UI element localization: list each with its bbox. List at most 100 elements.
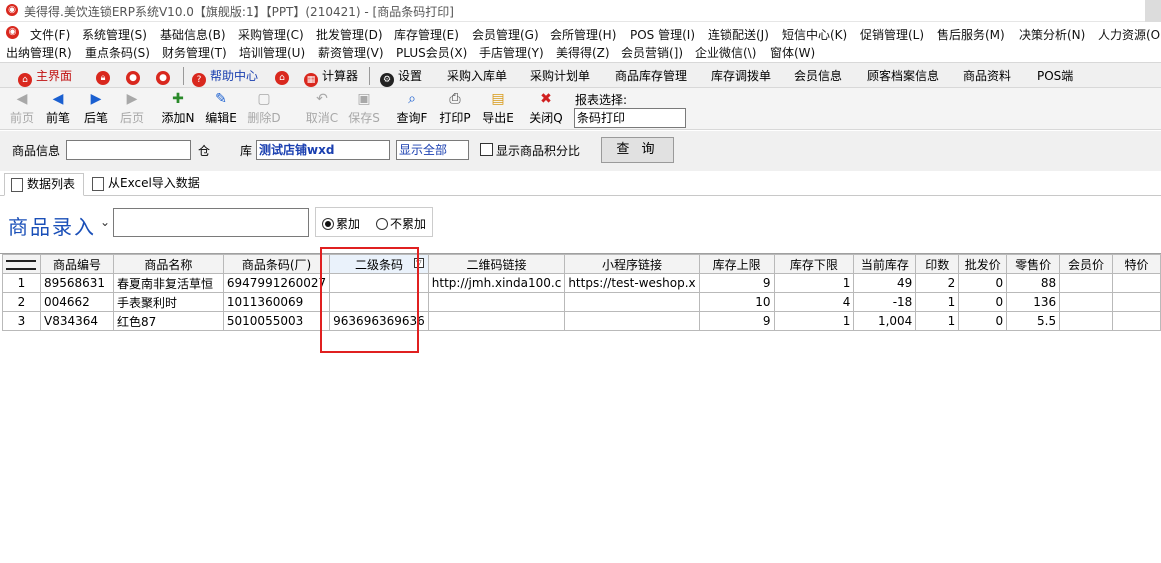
cell-code[interactable]: 004662	[39, 292, 114, 312]
cell-name[interactable]: 手表聚利时	[112, 292, 224, 312]
cell-name[interactable]: 春夏南非复活草恒	[112, 273, 224, 293]
cell-stock-min[interactable]: 4	[773, 292, 855, 312]
link-transfer[interactable]: 库存调拨单	[711, 67, 771, 85]
cell-wholesale[interactable]: 0	[958, 311, 1008, 331]
cell-special[interactable]	[1112, 311, 1161, 331]
accumulate-radio[interactable]: 累加	[322, 215, 360, 232]
menu-club[interactable]: 会所管理(H)	[550, 26, 616, 43]
menu-system[interactable]: 系统管理(S)	[82, 26, 147, 43]
save-button[interactable]: ▣ 保存S	[344, 90, 384, 128]
tab-import-excel[interactable]: 从Excel导入数据	[86, 173, 200, 196]
chat-button[interactable]: ●	[126, 67, 144, 85]
filter-icon[interactable]: ▽	[413, 258, 424, 268]
cell-code[interactable]: V834364	[39, 311, 114, 331]
col-member-price[interactable]: 会员价	[1059, 254, 1114, 274]
menu-member[interactable]: 会员管理(G)	[472, 26, 539, 43]
cell-name[interactable]: 红色87	[112, 311, 224, 331]
print-button[interactable]: ⎙ 打印P	[435, 90, 475, 128]
menu-training[interactable]: 培训管理(U)	[239, 44, 305, 61]
cell-retail[interactable]: 88	[1006, 273, 1061, 293]
cell-stock-max[interactable]: 10	[698, 292, 775, 312]
cell-member[interactable]	[1059, 311, 1114, 331]
cell-print-count[interactable]: 2	[915, 273, 960, 293]
menu-key-barcode[interactable]: 重点条码(S)	[85, 44, 150, 61]
cell-qr-link[interactable]	[427, 292, 566, 312]
show-points-checkbox[interactable]	[480, 143, 493, 156]
link-customer-files[interactable]: 顾客档案信息	[867, 67, 939, 85]
cell-mini-link[interactable]	[564, 311, 700, 331]
col-barcode[interactable]: 商品条码(厂)	[222, 254, 331, 274]
cell-qr-link[interactable]	[427, 311, 566, 331]
menu-plus-member[interactable]: PLUS会员(X)	[396, 44, 467, 61]
link-purchase-plan[interactable]: 采购计划单	[530, 67, 590, 85]
cell-retail[interactable]: 136	[1006, 292, 1061, 312]
menu-pos[interactable]: POS 管理(I)	[630, 26, 695, 43]
menu-basic-info[interactable]: 基础信息(B)	[160, 26, 226, 43]
export-button[interactable]: ▤ 导出E	[478, 90, 518, 128]
prev-record-button[interactable]: ◀ 前笔	[38, 90, 78, 128]
close-button[interactable]: ✖ 关闭Q	[526, 90, 566, 128]
link-purchase-in[interactable]: 采购入库单	[447, 67, 507, 85]
menu-wholesale[interactable]: 批发管理(D)	[316, 26, 383, 43]
menu-distribution[interactable]: 连锁配送(J)	[708, 26, 769, 43]
cell-retail[interactable]: 5.5	[1006, 311, 1061, 331]
link-pos[interactable]: POS端	[1037, 67, 1073, 85]
lock-button[interactable]: 🔒︎	[96, 67, 114, 85]
col-current-stock[interactable]: 当前库存	[853, 254, 917, 274]
cell-stock-min[interactable]: 1	[773, 273, 855, 293]
table-row[interactable]: 3 V834364 红色87 5010055003 963696369636 9…	[2, 311, 1161, 331]
cell-print-count[interactable]: 1	[915, 311, 960, 331]
chevron-down-icon[interactable]: ⌄	[100, 215, 110, 229]
bulb-button[interactable]: ●	[156, 67, 174, 85]
cell-secondary-barcode[interactable]	[329, 292, 429, 312]
next-record-button[interactable]: ▶ 后笔	[76, 90, 116, 128]
row-selector-header[interactable]	[2, 254, 41, 274]
cell-member[interactable]	[1059, 292, 1114, 312]
menu-after-sales[interactable]: 售后服务(M)	[937, 26, 1005, 43]
menu-salary[interactable]: 薪资管理(V)	[318, 44, 384, 61]
menu-finance[interactable]: 财务管理(T)	[162, 44, 227, 61]
cell-member[interactable]	[1059, 273, 1114, 293]
cell-barcode[interactable]: 1011360069	[222, 292, 331, 312]
product-info-input[interactable]	[66, 140, 191, 160]
cell-barcode[interactable]: 5010055003	[222, 311, 331, 331]
cell-qr-link[interactable]: http://jmh.xinda100.c	[427, 273, 566, 293]
menu-cashier[interactable]: 出纳管理(R)	[6, 44, 72, 61]
link-member-info[interactable]: 会员信息	[794, 67, 842, 85]
menu-inventory[interactable]: 库存管理(E)	[394, 26, 459, 43]
menu-meidede[interactable]: 美得得(Z)	[556, 44, 610, 61]
tab-data-list[interactable]: 数据列表	[4, 173, 84, 196]
query-submit-button[interactable]: 查 询	[601, 137, 674, 163]
cell-special[interactable]	[1112, 273, 1161, 293]
cell-current-stock[interactable]: 1,004	[853, 311, 917, 331]
col-secondary-barcode[interactable]: 二级条码 ▽	[329, 254, 429, 274]
link-stock-management[interactable]: 商品库存管理	[615, 67, 687, 85]
no-accumulate-radio[interactable]: 不累加	[376, 215, 426, 232]
cell-stock-max[interactable]: 9	[698, 311, 775, 331]
menu-member-marketing[interactable]: 会员营销(])	[621, 44, 683, 61]
add-button[interactable]: ✚ 添加N	[158, 90, 198, 128]
last-page-button[interactable]: ▶ 后页	[112, 90, 152, 128]
show-all-select[interactable]: 显示全部	[396, 140, 469, 160]
cell-special[interactable]	[1112, 292, 1161, 312]
home-button[interactable]: ⌂ 主界面	[18, 67, 72, 87]
edit-button[interactable]: ✎ 编辑E	[201, 90, 241, 128]
cancel-button[interactable]: ↶ 取消C	[302, 90, 342, 128]
col-product-name[interactable]: 商品名称	[112, 254, 224, 274]
query-button[interactable]: ⌕ 查询F	[392, 90, 432, 128]
cell-secondary-barcode[interactable]: 963696369636	[329, 311, 429, 331]
col-retail-price[interactable]: 零售价	[1006, 254, 1061, 274]
cell-mini-link[interactable]	[564, 292, 700, 312]
calculator-button[interactable]: ▦ 计算器	[304, 67, 358, 87]
cell-current-stock[interactable]: 49	[853, 273, 917, 293]
report-select[interactable]: 条码打印	[574, 108, 686, 128]
cell-stock-min[interactable]: 1	[773, 311, 855, 331]
link-product-data[interactable]: 商品资料	[963, 67, 1011, 85]
homepage-button[interactable]: ⌂	[275, 67, 293, 85]
menu-promotion[interactable]: 促销管理(L)	[860, 26, 924, 43]
col-product-code[interactable]: 商品编号	[39, 254, 114, 274]
window-control-button[interactable]	[1145, 0, 1161, 22]
col-print-count[interactable]: 印数	[915, 254, 960, 274]
table-row[interactable]: 1 89568631 春夏南非复活草恒 6947991260027 http:/…	[2, 273, 1161, 293]
menu-shop[interactable]: 手店管理(Y)	[479, 44, 544, 61]
